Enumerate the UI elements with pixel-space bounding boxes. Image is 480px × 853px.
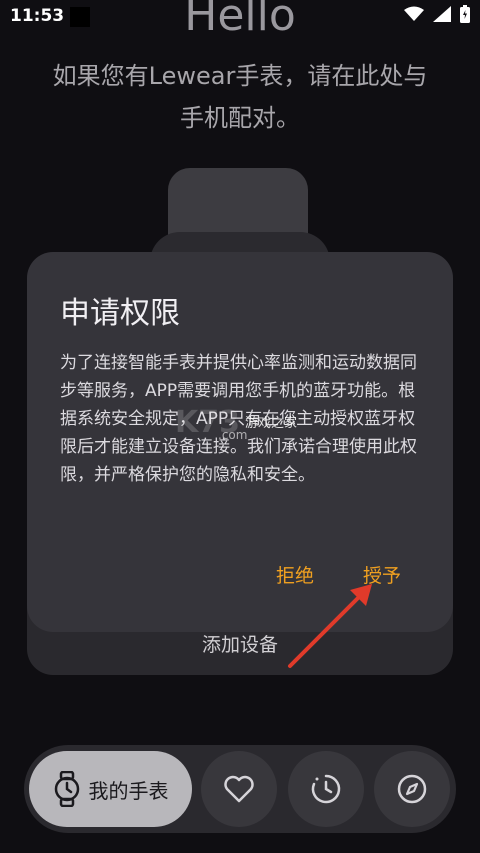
add-device-label: 添加设备 — [201, 634, 278, 656]
clock-icon — [311, 774, 341, 804]
tab-history[interactable] — [288, 751, 364, 827]
subtitle-line-2: 手机配对。 — [180, 104, 300, 132]
watch-icon — [54, 771, 79, 807]
bottom-navigation: 我的手表 — [24, 745, 456, 833]
compass-icon — [397, 774, 427, 804]
pairing-instructions: 如果您有Lewear手表，请在此处与 手机配对。 — [30, 55, 450, 139]
heart-icon — [224, 775, 254, 803]
permission-dialog: 申请权限 为了连接智能手表并提供心率监测和运动数据同步等服务，APP需要调用您手… — [27, 252, 453, 632]
tab-my-watch[interactable]: 我的手表 — [29, 751, 192, 827]
tab-my-watch-label: 我的手表 — [88, 778, 169, 803]
tab-health[interactable] — [201, 751, 277, 827]
annotation-arrow-icon — [288, 584, 372, 668]
watermark-domain: .com — [218, 428, 248, 442]
hello-heading: Hello — [184, 0, 296, 41]
dialog-title: 申请权限 — [60, 296, 180, 331]
subtitle-line-1: 如果您有Lewear手表，请在此处与 — [52, 62, 428, 90]
watermark-text: 游戏之家 — [245, 416, 298, 431]
tab-discover[interactable] — [374, 751, 450, 827]
